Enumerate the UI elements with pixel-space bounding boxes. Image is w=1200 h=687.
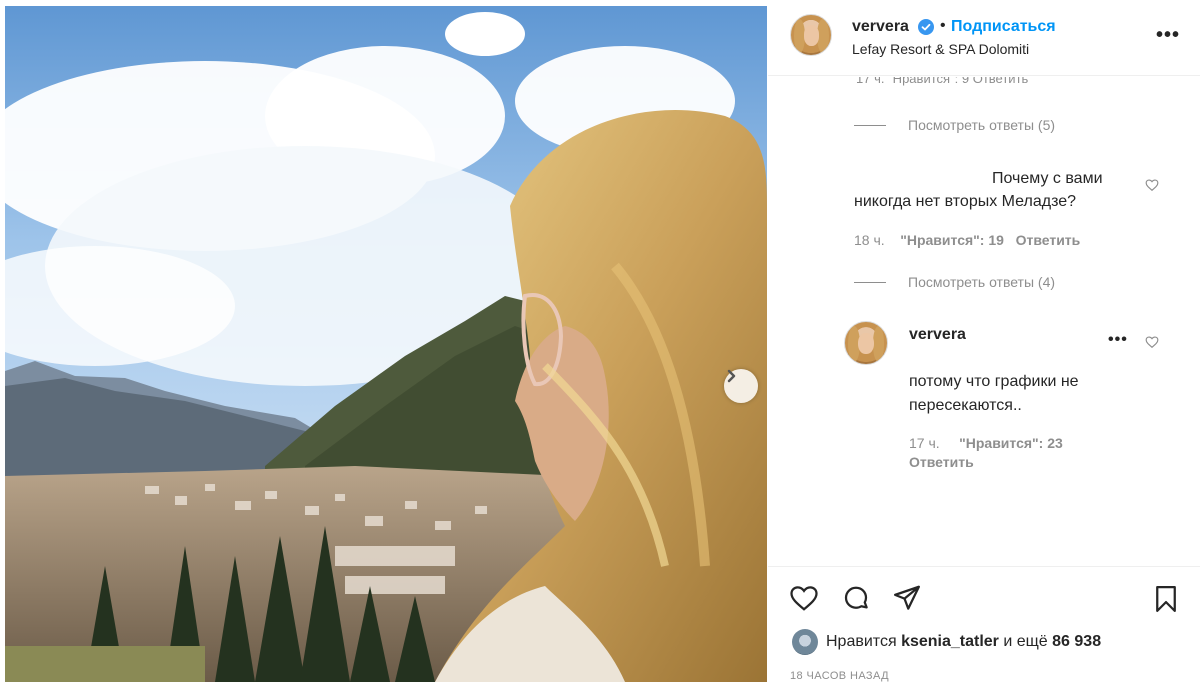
comment-bubble-icon[interactable]	[840, 583, 872, 613]
view-replies-button[interactable]: Посмотреть ответы (4)	[854, 274, 1055, 290]
reply-likes[interactable]: "Нравится": 23	[959, 435, 1063, 451]
comment-text: Почему с вами никогда нет вторых Меладзе…	[854, 170, 1103, 210]
comment-meta: 18 ч. "Нравится": 19 Ответить	[854, 232, 1080, 248]
view-replies-label: Посмотреть ответы (5)	[908, 117, 1056, 133]
clipped-comment-meta: 17 ч. "Нравится": 9 Ответить	[856, 77, 1029, 86]
reply-meta: 17 ч. "Нравится": 23 Ответить	[909, 434, 1063, 472]
reply-text: потому что графики не пересекаются..	[909, 373, 1079, 414]
likes-count[interactable]: 86 938	[1052, 633, 1101, 650]
paper-plane-icon[interactable]	[892, 583, 922, 613]
reply-reply-button[interactable]: Ответить	[909, 454, 974, 470]
liker-username[interactable]: ksenia_tatler	[901, 633, 999, 650]
reply-like-heart-icon[interactable]	[1145, 335, 1159, 349]
view-replies-button[interactable]: Посмотреть ответы (5)	[854, 117, 1055, 133]
liker-avatar[interactable]	[792, 629, 818, 655]
author-username[interactable]: ververa	[852, 18, 909, 36]
comments-list[interactable]: 17 ч. "Нравится": 9 Ответить Посмотреть …	[768, 77, 1200, 565]
replies-divider	[854, 124, 886, 126]
post-photo[interactable]	[5, 6, 767, 682]
bookmark-icon[interactable]	[1151, 583, 1181, 615]
author-avatar[interactable]	[790, 14, 832, 56]
verified-badge-icon	[918, 19, 934, 35]
reply-options-button[interactable]: •••	[1108, 331, 1128, 349]
photo-scene	[5, 6, 767, 682]
comment-reply-button[interactable]: Ответить	[1016, 232, 1081, 248]
post-actions: Нравится ksenia_tatler и ещё 86 938 18 Ч…	[768, 566, 1200, 687]
likes-summary: Нравится ksenia_tatler и ещё 86 938	[826, 633, 1102, 650]
reply-time[interactable]: 17 ч.	[909, 435, 940, 451]
comment-likes[interactable]: "Нравится": 19	[900, 232, 1004, 248]
post-header: ververa • Подписаться Lefay Resort & SPA…	[768, 0, 1200, 76]
post-options-button[interactable]: •••	[1156, 24, 1180, 47]
next-photo-button[interactable]	[724, 369, 758, 403]
comment-time[interactable]: 18 ч.	[854, 232, 885, 248]
comment-like-heart-icon[interactable]	[1145, 178, 1159, 192]
post-timestamp[interactable]: 18 ЧАСОВ НАЗАД	[790, 670, 889, 682]
header-separator: •	[940, 17, 946, 34]
reply-author-avatar[interactable]	[844, 321, 888, 365]
post-location[interactable]: Lefay Resort & SPA Dolomiti	[852, 41, 1029, 57]
replies-divider	[854, 281, 886, 283]
chevron-right-icon	[727, 369, 736, 383]
follow-button[interactable]: Подписаться	[951, 18, 1056, 36]
view-replies-label: Посмотреть ответы (4)	[908, 274, 1056, 290]
heart-icon[interactable]	[788, 583, 820, 613]
post-sidebar: ververa • Подписаться Lefay Resort & SPA…	[768, 0, 1200, 687]
reply-author-username[interactable]: ververa	[909, 326, 966, 344]
